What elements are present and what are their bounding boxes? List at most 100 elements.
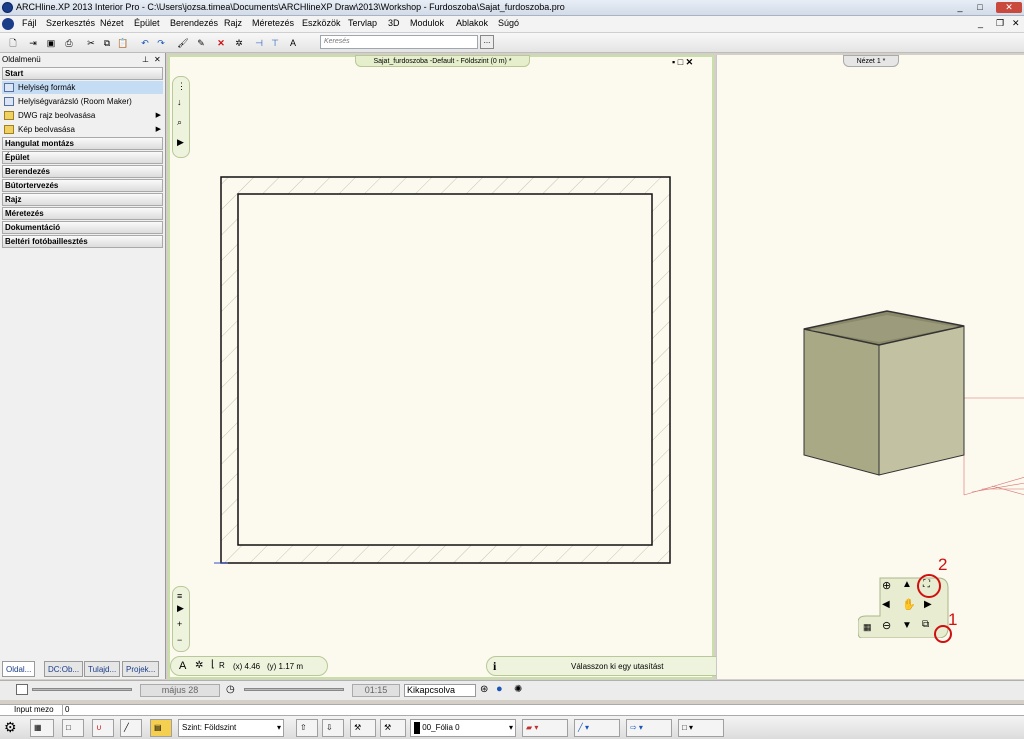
app-menu-icon[interactable] (2, 18, 14, 30)
menu-item-layout[interactable]: Tervlap (348, 18, 377, 28)
pan-left-icon[interactable]: ◀ (882, 599, 890, 610)
zoom-out-icon[interactable]: − (177, 635, 182, 645)
time-slider[interactable] (244, 688, 344, 691)
menu-item-edit[interactable]: Szerkesztés (46, 18, 95, 28)
import-icon[interactable]: ⇥ (26, 36, 40, 50)
plan-view-panel[interactable] (168, 55, 714, 679)
date-slider[interactable] (32, 688, 132, 691)
frame-icon[interactable]: □ (62, 719, 84, 737)
doc-restore-button[interactable]: ❐ (996, 18, 1004, 29)
maximize-button[interactable]: □ (972, 2, 988, 13)
menu-item-help[interactable]: Súgó (498, 18, 519, 28)
3d-tools-icon[interactable]: ⚒ (380, 719, 406, 737)
inner-wall[interactable] (237, 193, 653, 546)
section-drawing[interactable]: Rajz (2, 193, 163, 206)
list-icon[interactable]: ≡ (177, 591, 182, 601)
panel-pin-icon[interactable]: ▪ (672, 57, 675, 67)
calendar-icon[interactable] (16, 684, 28, 695)
new-file-icon[interactable]: 🗋 (6, 36, 20, 50)
panel-maximize-icon[interactable]: □ (678, 57, 683, 67)
date-field[interactable]: május 28 (140, 684, 220, 697)
play-right-icon[interactable]: ▶ (177, 137, 184, 148)
zoom-out-icon[interactable]: ⊖ (882, 619, 891, 632)
play-right-icon[interactable]: ▶ (177, 603, 184, 614)
frame-tool-icon[interactable]: □ ▾ (678, 719, 724, 737)
zoom-icon[interactable]: ⌕ (177, 117, 182, 128)
section-dimensioning[interactable]: Méretezés (2, 207, 163, 220)
search-input[interactable]: Keresés (320, 35, 478, 49)
settings-gear-icon[interactable]: ⚙ (4, 719, 17, 736)
menu-item-building[interactable]: Épület (134, 18, 160, 28)
section-furniture-design[interactable]: Bútortervezés (2, 179, 163, 192)
sidebar-item-room-maker[interactable]: Helyiségvarázsló (Room Maker) (2, 95, 163, 108)
shadow-select[interactable]: Kikapcsolva (404, 684, 476, 697)
sidebar-close-button[interactable]: ✕ (154, 55, 161, 64)
ortho-icon[interactable]: ⌊ (211, 659, 215, 670)
delete-icon[interactable]: ✕ (214, 36, 228, 50)
tab-properties[interactable]: Tulajd... (84, 661, 121, 677)
snap-icon[interactable]: ✲ (195, 660, 203, 671)
layer-select[interactable]: 00_Fólia 0 ▾ (410, 719, 516, 737)
tab-sidebar[interactable]: Oldal... (2, 661, 36, 677)
text-icon[interactable]: A (286, 36, 300, 50)
section-building[interactable]: Épület (2, 151, 163, 164)
time-field[interactable]: 01:15 (352, 684, 400, 697)
input-field[interactable]: 0 (62, 705, 1024, 715)
distribute-icon[interactable]: ⊤ (268, 36, 282, 50)
search-button[interactable]: ... (480, 35, 494, 49)
level-select[interactable]: Szint: Földszint ▾ (178, 719, 284, 737)
pin-icon[interactable]: ⊥ (142, 55, 149, 64)
arrow-tool-icon[interactable]: ⇨ ▾ (626, 719, 672, 737)
eyedropper-icon[interactable]: ✎ (194, 36, 208, 50)
layers-icon[interactable]: ▰ ▾ (522, 719, 568, 737)
close-button[interactable]: ✕ (996, 2, 1022, 13)
box-side-face[interactable] (878, 325, 965, 476)
arrow-down-icon[interactable]: ↓ (177, 97, 182, 107)
menu-item-tools[interactable]: Eszközök (302, 18, 341, 28)
plan-view-tab[interactable]: Sajat_furdoszoba -Default - Földszint (0… (355, 55, 530, 67)
level-down-icon[interactable]: ⇩ (322, 719, 344, 737)
menu-item-dimensioning[interactable]: Méretezés (252, 18, 294, 28)
globe-icon[interactable]: ● (496, 683, 503, 695)
cut-icon[interactable]: ✂ (84, 36, 98, 50)
3d-view-tab[interactable]: Nézet 1 * (843, 55, 899, 67)
copy-icon[interactable]: ⧉ (100, 36, 114, 50)
magnet-icon[interactable]: ∪ (92, 719, 114, 737)
box-front-face[interactable] (803, 328, 880, 476)
level-up-icon[interactable]: ⇧ (296, 719, 318, 737)
sun-settings-icon[interactable]: ⊛ (480, 684, 488, 695)
trim-icon[interactable]: ✲ (232, 36, 246, 50)
doc-minimize-button[interactable]: _ (978, 18, 983, 28)
section-photo-matching[interactable]: Beltéri fotóbaillesztés (2, 235, 163, 248)
undo-icon[interactable]: ↶ (138, 36, 152, 50)
sidebar-item-dwg-import[interactable]: DWG rajz beolvasása ▶ (2, 109, 163, 122)
floor-plan-canvas[interactable] (170, 57, 712, 677)
paste-icon[interactable]: 📋 (116, 36, 130, 50)
print-icon[interactable]: ⎙ (62, 36, 76, 50)
menu-item-modules[interactable]: Modulok (410, 18, 444, 28)
brush-icon[interactable]: 🖌 (176, 36, 190, 50)
tab-project[interactable]: Projek... (122, 661, 160, 677)
section-furnishing[interactable]: Berendezés (2, 165, 163, 178)
section-start[interactable]: Start (2, 67, 163, 80)
sidebar-item-image-import[interactable]: Kép beolvasása ▶ (2, 123, 163, 136)
menu-item-furnishing[interactable]: Berendezés (170, 18, 218, 28)
zoom-in-icon[interactable]: + (177, 619, 182, 629)
sun-icon[interactable]: ✺ (514, 684, 522, 695)
section-mood-montage[interactable]: Hangulat montázs (2, 137, 163, 150)
menu-item-drawing[interactable]: Rajz (224, 18, 242, 28)
doc-close-button[interactable]: ✕ (1012, 18, 1020, 29)
grid-toggle-icon[interactable]: ▦ (30, 719, 54, 737)
clock-icon[interactable]: ◷ (226, 684, 235, 695)
redo-icon[interactable]: ↷ (154, 36, 168, 50)
section-documentation[interactable]: Dokumentáció (2, 221, 163, 234)
3d-hammer-icon[interactable]: ⚒ (350, 719, 376, 737)
menu-item-3d[interactable]: 3D (388, 18, 400, 28)
minimize-button[interactable]: _ (952, 2, 968, 13)
line-style-icon[interactable]: ╱ (120, 719, 142, 737)
text-tool-icon[interactable]: A (179, 660, 186, 672)
line-tool-icon[interactable]: ╱ ▾ (574, 719, 620, 737)
panel-close-icon[interactable]: ✕ (686, 57, 694, 67)
grid-handle-icon[interactable]: ⋮ (177, 81, 186, 92)
menu-item-file[interactable]: Fájl (22, 18, 37, 28)
